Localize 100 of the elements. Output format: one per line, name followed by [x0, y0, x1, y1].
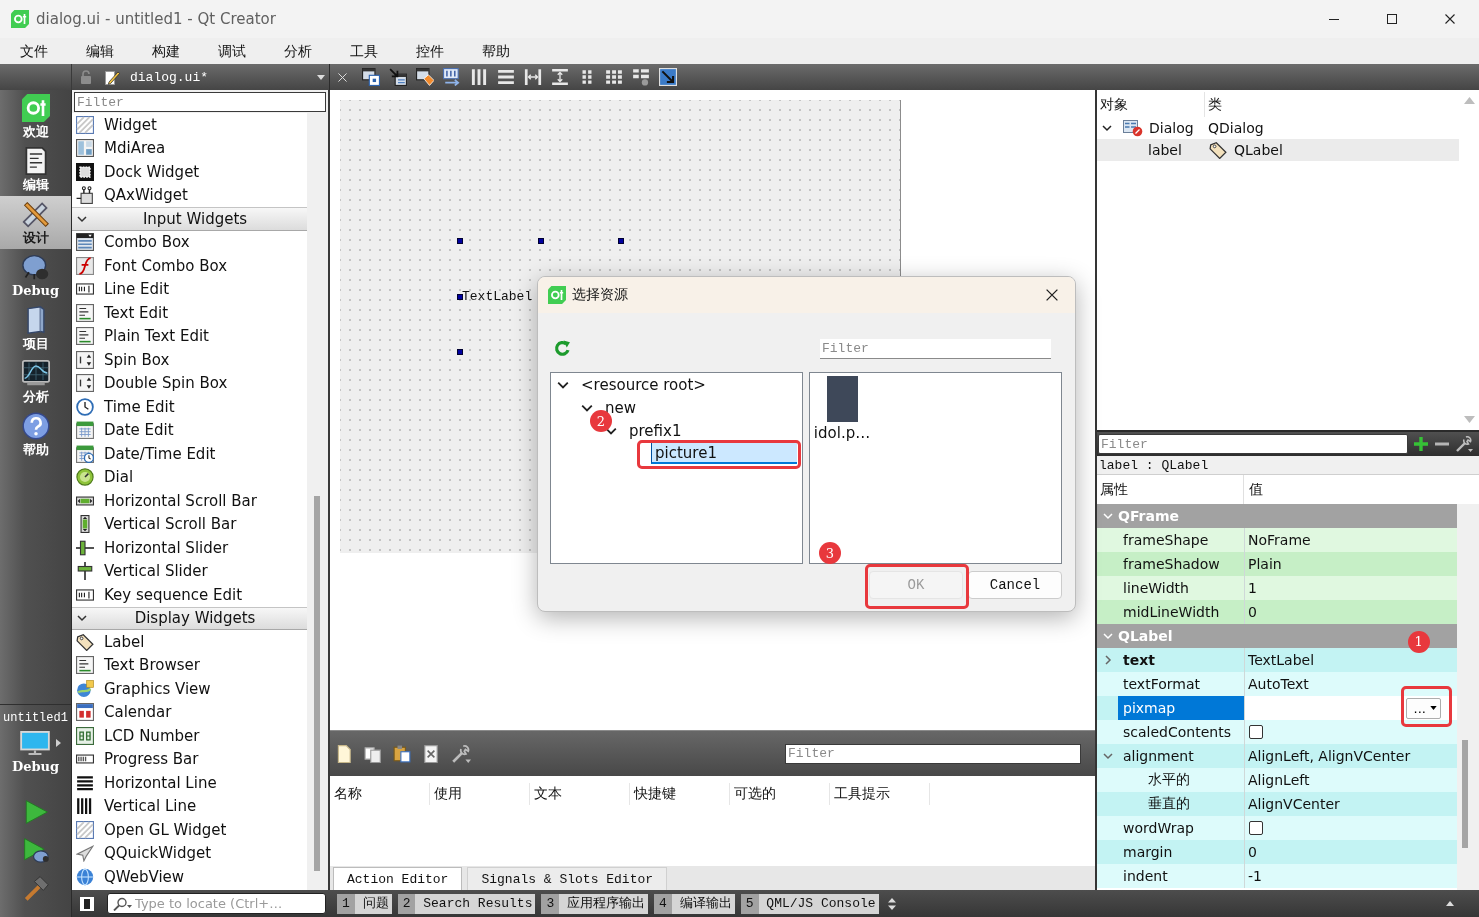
property-name[interactable]: 垂直的: [1118, 792, 1244, 816]
window-arrow-icon[interactable]: [389, 68, 407, 86]
filter-field[interactable]: Filter: [74, 92, 326, 112]
object-name[interactable]: label: [1097, 139, 1205, 161]
property-name[interactable]: wordWrap: [1118, 816, 1244, 840]
mode-button[interactable]: 设计: [0, 196, 71, 249]
widget-item[interactable]: Horizontal Slider: [72, 536, 307, 560]
text-label[interactable]: TextLabel: [462, 289, 533, 304]
wrench-icon[interactable]: [1455, 436, 1473, 452]
widget-item[interactable]: Double Spin Box: [72, 371, 307, 395]
close-icon[interactable]: [1046, 289, 1058, 301]
widget-item[interactable]: Horizontal Scroll Bar: [72, 489, 307, 513]
caret-right-icon[interactable]: [55, 739, 61, 747]
widget-item[interactable]: Vertical Scroll Bar: [72, 512, 307, 536]
scrollbar-thumb[interactable]: [1462, 740, 1468, 848]
widget-item[interactable]: Plain Text Edit: [72, 324, 307, 348]
widget-item[interactable]: Dock Widget: [72, 160, 307, 184]
document-selector[interactable]: dialog.ui*: [130, 66, 329, 88]
dialog-button[interactable]: Cancel: [968, 571, 1062, 599]
horizontal-splitter-icon[interactable]: [524, 68, 542, 86]
widget-item[interactable]: QAxWidget: [72, 183, 307, 207]
property-name[interactable]: frameShape: [1118, 528, 1244, 552]
widget-item[interactable]: LCD Number: [72, 724, 307, 748]
property-name[interactable]: frameShadow: [1118, 552, 1244, 576]
play-bug-icon[interactable]: [22, 837, 49, 863]
tree-item[interactable]: <resource root>: [581, 375, 706, 394]
paste-icon[interactable]: [393, 744, 411, 763]
menu-item[interactable]: 调试: [199, 40, 265, 62]
close-icon[interactable]: [1445, 14, 1455, 24]
grid-icon[interactable]: [605, 68, 623, 86]
output-pane-button[interactable]: 3 应用程序输出: [541, 893, 649, 914]
selection-handle[interactable]: [457, 238, 463, 244]
menu-item[interactable]: 分析: [265, 40, 331, 62]
filter-field[interactable]: Filter: [820, 338, 1051, 359]
filter-field[interactable]: Filter: [1098, 434, 1408, 454]
category-header[interactable]: Display Widgets: [72, 606, 307, 630]
widget-item[interactable]: Graphics View: [72, 677, 307, 701]
mode-button[interactable]: 编辑: [0, 143, 71, 196]
copy-icon[interactable]: [364, 744, 382, 763]
property-name[interactable]: scaledContents: [1118, 720, 1244, 744]
scrollbar-thumb[interactable]: [314, 496, 320, 871]
mode-button[interactable]: Debug: [0, 249, 71, 302]
tab-order-arrow-icon[interactable]: [443, 68, 461, 86]
menu-item[interactable]: 编辑: [67, 40, 133, 62]
property-name[interactable]: pixmap: [1118, 696, 1244, 720]
widget-item[interactable]: Key sequence Edit: [72, 583, 307, 607]
widget-item[interactable]: MdiArea: [72, 136, 307, 160]
tree-item[interactable]: prefix1: [629, 421, 682, 440]
output-pane-button[interactable]: 2 Search Results: [397, 893, 536, 914]
delete-document-icon[interactable]: [422, 744, 440, 763]
pixmap-field[interactable]: ...: [1244, 696, 1457, 720]
selection-handle[interactable]: [457, 349, 463, 355]
filter-field[interactable]: Filter: [785, 743, 1081, 764]
menu-item[interactable]: 文件: [1, 40, 67, 62]
menu-item[interactable]: 控件: [397, 40, 463, 62]
property-name[interactable]: 水平的: [1118, 768, 1244, 792]
checkbox[interactable]: [1249, 725, 1263, 739]
widget-item[interactable]: Dial: [72, 465, 307, 489]
menu-item[interactable]: 帮助: [463, 40, 529, 62]
output-pane-button[interactable]: 1 问题: [337, 893, 392, 914]
mode-button[interactable]: 项目: [0, 302, 71, 355]
menu-item[interactable]: 工具: [331, 40, 397, 62]
window-square-icon[interactable]: [362, 68, 380, 86]
form-layout-icon[interactable]: [632, 68, 650, 86]
property-name[interactable]: lineWidth: [1118, 576, 1244, 600]
widget-item[interactable]: Horizontal Line: [72, 771, 307, 795]
mode-button[interactable]: 分析: [0, 355, 71, 408]
property-name[interactable]: textFormat: [1118, 672, 1244, 696]
caret-up-icon[interactable]: [1446, 901, 1454, 906]
selection-handle[interactable]: [457, 293, 463, 300]
property-name[interactable]: alignment: [1118, 744, 1244, 768]
maximize-icon[interactable]: [1387, 14, 1397, 24]
property-name[interactable]: indent: [1118, 864, 1244, 888]
chevron-right-icon[interactable]: [1102, 655, 1113, 665]
hammer-icon[interactable]: [22, 875, 49, 901]
category-header[interactable]: Input Widgets: [72, 207, 307, 231]
widget-item[interactable]: QQuickWidget: [72, 841, 307, 865]
menu-item[interactable]: 构建: [133, 40, 199, 62]
widget-item[interactable]: Date Edit: [72, 418, 307, 442]
refresh-icon[interactable]: [554, 340, 571, 357]
widget-item[interactable]: Line Edit: [72, 277, 307, 301]
property-name[interactable]: text: [1118, 648, 1244, 672]
widget-item[interactable]: Open GL Widget: [72, 818, 307, 842]
widget-item[interactable]: Vertical Line: [72, 794, 307, 818]
rename-field[interactable]: picture1: [651, 443, 797, 464]
file-name[interactable]: idol.p…: [813, 424, 871, 442]
window-tag-icon[interactable]: [416, 68, 434, 86]
locator-field[interactable]: Type to locate (Ctrl+…: [107, 893, 326, 914]
tab[interactable]: Action Editor: [333, 867, 463, 890]
rows-icon[interactable]: [497, 68, 515, 86]
new-document-icon[interactable]: [335, 744, 353, 763]
mode-button[interactable]: 欢迎: [0, 90, 71, 143]
widget-item[interactable]: Date/Time Edit: [72, 442, 307, 466]
property-name[interactable]: midLineWidth: [1118, 600, 1244, 624]
property-name[interactable]: margin: [1118, 840, 1244, 864]
sidebar-toggle-icon[interactable]: [80, 896, 94, 911]
selection-handle[interactable]: [618, 238, 624, 244]
chevron-down-icon[interactable]: [1102, 123, 1112, 133]
widget-item[interactable]: Widget: [72, 113, 307, 137]
class-name[interactable]: QDialog: [1205, 117, 1459, 139]
